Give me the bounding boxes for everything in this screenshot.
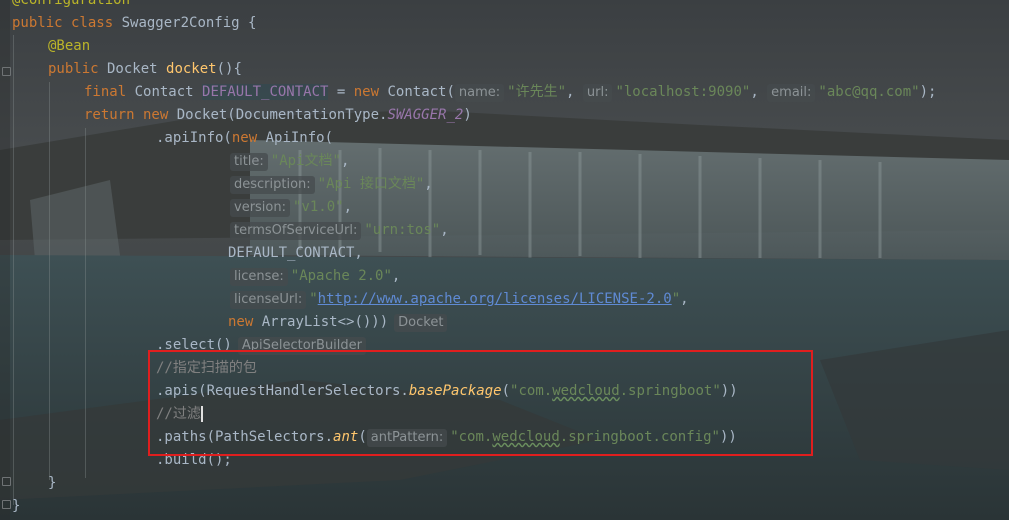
- code-line: title: "Api文档",: [230, 150, 349, 173]
- parameter-hint: title:: [230, 153, 268, 171]
- code-text: ,: [566, 84, 583, 100]
- code-line: licenseUrl: "http://www.apache.org/licens…: [230, 288, 689, 311]
- string-literal: "v1.0": [293, 199, 344, 215]
- keyword: final: [84, 84, 127, 100]
- code-text: }: [48, 475, 57, 491]
- code-line: public class Swagger2Config {: [12, 12, 256, 35]
- string-literal: "abc@qq.com": [818, 84, 920, 100]
- parameter-hint: version:: [230, 199, 290, 217]
- code-line: public Docket docket(){: [48, 58, 242, 81]
- constant-name: SWAGGER_2: [387, 107, 464, 123]
- highlight-box: [148, 350, 813, 456]
- code-text: }: [12, 498, 21, 514]
- string-literal: "Apache 2.0": [290, 268, 392, 284]
- code-line: license: "Apache 2.0",: [230, 265, 400, 288]
- code-line: @Configuration: [12, 0, 130, 12]
- code-line: .apiInfo(new ApiInfo(: [156, 127, 333, 150]
- string-literal: "许先生": [507, 84, 567, 100]
- code-line: }: [12, 495, 20, 518]
- code-line: new ArrayList<>())) Docket: [228, 311, 450, 334]
- annotation: @Bean: [48, 38, 91, 54]
- code-line: final Contact DEFAULT_CONTACT = new Cont…: [84, 81, 936, 104]
- parameter-hint: license:: [230, 268, 288, 286]
- method-name: docket: [166, 61, 217, 77]
- url-link[interactable]: http://www.apache.org/licenses/LICENSE-2…: [318, 291, 672, 307]
- parameter-hint: licenseUrl:: [230, 291, 307, 309]
- string-literal: "Api 接口文档": [317, 176, 425, 192]
- code-text: );: [919, 84, 937, 100]
- code-text: (){: [216, 61, 242, 77]
- keyword: public: [48, 61, 99, 77]
- string-literal: "urn:tos": [364, 222, 441, 238]
- string-literal: "Api文档": [270, 153, 341, 169]
- keyword: public class: [12, 15, 114, 31]
- keyword: new: [231, 130, 258, 146]
- parameter-hint: url:: [582, 84, 613, 102]
- code-text: ApiInfo(: [257, 130, 334, 146]
- annotation: @Configuration: [12, 0, 131, 8]
- code-line: DEFAULT_CONTACT,: [228, 242, 363, 265]
- code-text: ArrayList<>())): [253, 314, 389, 330]
- code-text: =: [328, 84, 354, 100]
- code-text: DEFAULT_CONTACT,: [228, 245, 363, 261]
- code-text: ,: [750, 84, 768, 100]
- parameter-hint: description:: [230, 176, 315, 194]
- code-text: Contact(: [379, 84, 455, 100]
- parameter-hint: termsOfServiceUrl:: [230, 222, 362, 240]
- type-name: Contact: [126, 84, 203, 100]
- code-text: Docket(DocumentationType.: [168, 107, 388, 123]
- constant-name: DEFAULT_CONTACT: [202, 84, 329, 100]
- parameter-hint: email:: [767, 84, 816, 102]
- string-literal: "http://www.apache.org/licenses/LICENSE-…: [309, 291, 681, 307]
- string-literal: "localhost:9090": [615, 84, 751, 100]
- type-hint: Docket: [394, 314, 448, 332]
- keyword: return new: [84, 107, 169, 123]
- class-name: Swagger2Config {: [113, 15, 257, 31]
- code-line: @Bean: [48, 35, 90, 58]
- keyword: new: [228, 314, 254, 330]
- parameter-hint: name:: [454, 84, 505, 102]
- code-text: ): [463, 107, 472, 123]
- code-line: return new Docket(DocumentationType.SWAG…: [84, 104, 472, 127]
- type-name: Docket: [98, 61, 167, 77]
- code-line: }: [48, 472, 56, 495]
- keyword: new: [353, 84, 380, 100]
- code-line: description: "Api 接口文档",: [230, 173, 433, 196]
- code-line: version: "v1.0",: [230, 196, 352, 219]
- code-text: .apiInfo(: [156, 130, 232, 146]
- code-line: termsOfServiceUrl: "urn:tos",: [230, 219, 449, 242]
